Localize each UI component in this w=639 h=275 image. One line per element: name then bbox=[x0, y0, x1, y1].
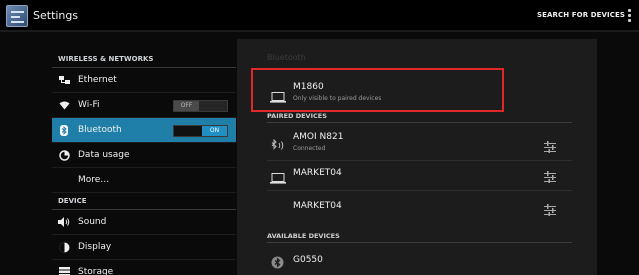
section-header-available: AVAILABLE DEVICES bbox=[267, 232, 572, 243]
wifi-toggle[interactable]: OFF bbox=[173, 100, 228, 112]
panel-title: Bluetooth bbox=[267, 53, 306, 62]
sidebar-item-label: Data usage bbox=[78, 150, 130, 160]
sidebar-item-more[interactable]: More… bbox=[52, 168, 236, 193]
sidebar-item-ethernet[interactable]: Ethernet bbox=[52, 68, 236, 93]
divider bbox=[267, 190, 572, 191]
sidebar-item-label: Sound bbox=[78, 217, 107, 227]
device-settings-icon[interactable] bbox=[543, 201, 557, 216]
display-icon bbox=[58, 241, 70, 253]
sidebar-item-data-usage[interactable]: Data usage bbox=[52, 143, 236, 168]
ethernet-icon bbox=[58, 74, 70, 86]
available-device-item[interactable]: G0550 bbox=[267, 245, 572, 275]
sidebar-item-label: Wi-Fi bbox=[78, 100, 100, 110]
sound-icon bbox=[58, 216, 70, 228]
section-header-paired: PAIRED DEVICES bbox=[267, 112, 572, 123]
toggle-state: ON bbox=[202, 126, 227, 136]
settings-sidebar: WIRELESS & NETWORKS Ethernet Wi-Fi OFF B… bbox=[52, 44, 236, 275]
bluetooth-circle-icon bbox=[271, 254, 284, 273]
data-usage-icon bbox=[58, 149, 70, 161]
paired-device-item[interactable]: MARKET04 bbox=[267, 193, 572, 223]
storage-icon bbox=[58, 266, 70, 275]
sidebar-item-bluetooth[interactable]: Bluetooth ON bbox=[52, 118, 236, 143]
page-title: Settings bbox=[33, 9, 79, 22]
section-header-wireless: WIRELESS & NETWORKS bbox=[52, 44, 236, 68]
device-name: G0550 bbox=[293, 255, 323, 265]
section-header-device: DEVICE bbox=[52, 193, 236, 210]
device-settings-icon[interactable] bbox=[543, 168, 557, 183]
settings-app-icon[interactable] bbox=[6, 5, 28, 27]
toggle-state: OFF bbox=[174, 101, 199, 111]
device-name: AMOI N821 bbox=[293, 132, 344, 142]
sidebar-item-label: Storage bbox=[78, 267, 114, 275]
sidebar-item-label: Display bbox=[78, 242, 112, 252]
sidebar-item-sound[interactable]: Sound bbox=[52, 210, 236, 235]
sidebar-item-label: Ethernet bbox=[78, 75, 117, 85]
action-bar: Settings SEARCH FOR DEVICES bbox=[0, 0, 639, 32]
sidebar-item-wifi[interactable]: Wi-Fi OFF bbox=[52, 93, 236, 118]
sidebar-item-label: Bluetooth bbox=[78, 125, 122, 135]
bluetooth-icon bbox=[58, 124, 70, 136]
device-settings-icon[interactable] bbox=[543, 138, 557, 153]
sidebar-item-label: More… bbox=[78, 175, 110, 185]
right-margin bbox=[597, 39, 639, 275]
wifi-icon bbox=[58, 99, 70, 111]
paired-device-item[interactable]: MARKET04 bbox=[267, 160, 572, 190]
highlight-box bbox=[251, 68, 504, 112]
device-status: Connected bbox=[293, 145, 326, 152]
bluetooth-toggle[interactable]: ON bbox=[173, 125, 228, 137]
bluetooth-headset-icon bbox=[270, 137, 286, 156]
device-name: MARKET04 bbox=[293, 168, 342, 178]
search-for-devices-button[interactable]: SEARCH FOR DEVICES bbox=[537, 11, 625, 19]
device-name: MARKET04 bbox=[293, 201, 342, 211]
laptop-icon bbox=[270, 169, 286, 188]
paired-device-item[interactable]: AMOI N821 Connected bbox=[267, 130, 572, 160]
sidebar-item-display[interactable]: Display bbox=[52, 235, 236, 260]
sidebar-item-storage[interactable]: Storage bbox=[52, 260, 236, 275]
overflow-menu-icon[interactable] bbox=[627, 9, 631, 23]
